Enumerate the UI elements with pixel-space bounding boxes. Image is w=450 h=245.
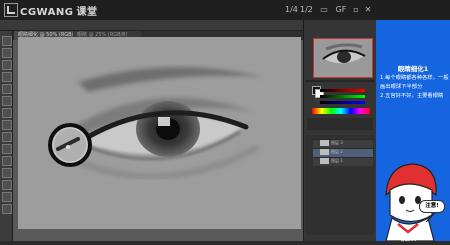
eyedropper-tool-icon[interactable] — [2, 84, 12, 94]
eye-drawing — [18, 37, 301, 229]
lesson-line-1: 1.每个眼睛都各种各样，一般 — [380, 75, 449, 81]
close-icon[interactable]: ✕ — [362, 4, 374, 16]
pen-tool-icon[interactable] — [2, 168, 12, 178]
hand-tool-icon[interactable] — [2, 192, 12, 202]
sidebar-top-bar — [376, 0, 450, 20]
navigator-preview[interactable] — [313, 38, 373, 78]
color-spectrum-bar[interactable] — [312, 108, 370, 114]
canvas[interactable] — [18, 37, 301, 229]
lesson-line-3: 2.五官好不好，主要看眼睛 — [380, 93, 444, 99]
layer-thumbnail — [320, 158, 329, 164]
lesson-line-2: 画出眼球下半部分 — [380, 84, 423, 90]
badge-2[interactable]: 1/2 — [300, 4, 313, 16]
notice-bubble: 注意! — [419, 200, 445, 213]
restore-icon[interactable]: ▫ — [350, 4, 362, 16]
layer-thumbnail — [320, 149, 329, 155]
badge-1[interactable]: 1/4 — [285, 4, 298, 16]
logo-cn-text: 课堂 — [76, 7, 98, 18]
stamp-tool-icon[interactable] — [2, 108, 12, 118]
layer-name: 图层 1 — [331, 158, 343, 163]
eraser-tool-icon[interactable] — [2, 120, 12, 130]
layer-thumbnail — [320, 140, 329, 146]
logo-mark-icon — [4, 3, 18, 17]
crop-tool-icon[interactable] — [2, 72, 12, 82]
move-tool-icon[interactable] — [2, 36, 12, 46]
blur-tool-icon[interactable] — [2, 144, 12, 154]
zoom-tool-icon[interactable] — [2, 204, 12, 214]
corner-label: 视频 — [400, 233, 416, 242]
adjustments-panel — [307, 118, 373, 130]
minimize-icon[interactable]: ▭ — [318, 4, 330, 16]
brush-tool-icon[interactable] — [2, 96, 12, 106]
lesson-title: 眼睛细化1 — [397, 65, 429, 73]
dodge-tool-icon[interactable] — [2, 156, 12, 166]
text-tool-icon[interactable] — [2, 180, 12, 190]
cgwang-logo: CGWANG 课堂 — [4, 3, 98, 18]
panel-divider — [305, 80, 375, 82]
layer-name: 图层 3 — [331, 140, 343, 145]
red-slider[interactable] — [320, 89, 365, 92]
lasso-tool-icon[interactable] — [2, 60, 12, 70]
layer-name: 图层 2 — [331, 149, 343, 154]
gradient-tool-icon[interactable] — [2, 132, 12, 142]
marquee-tool-icon[interactable] — [2, 48, 12, 58]
navigator-eye-thumbnail — [314, 39, 372, 77]
green-slider[interactable] — [320, 95, 365, 98]
badge-3[interactable]: GF — [335, 4, 347, 16]
logo-text: CGWANG — [20, 7, 74, 18]
blue-slider[interactable] — [320, 101, 365, 104]
